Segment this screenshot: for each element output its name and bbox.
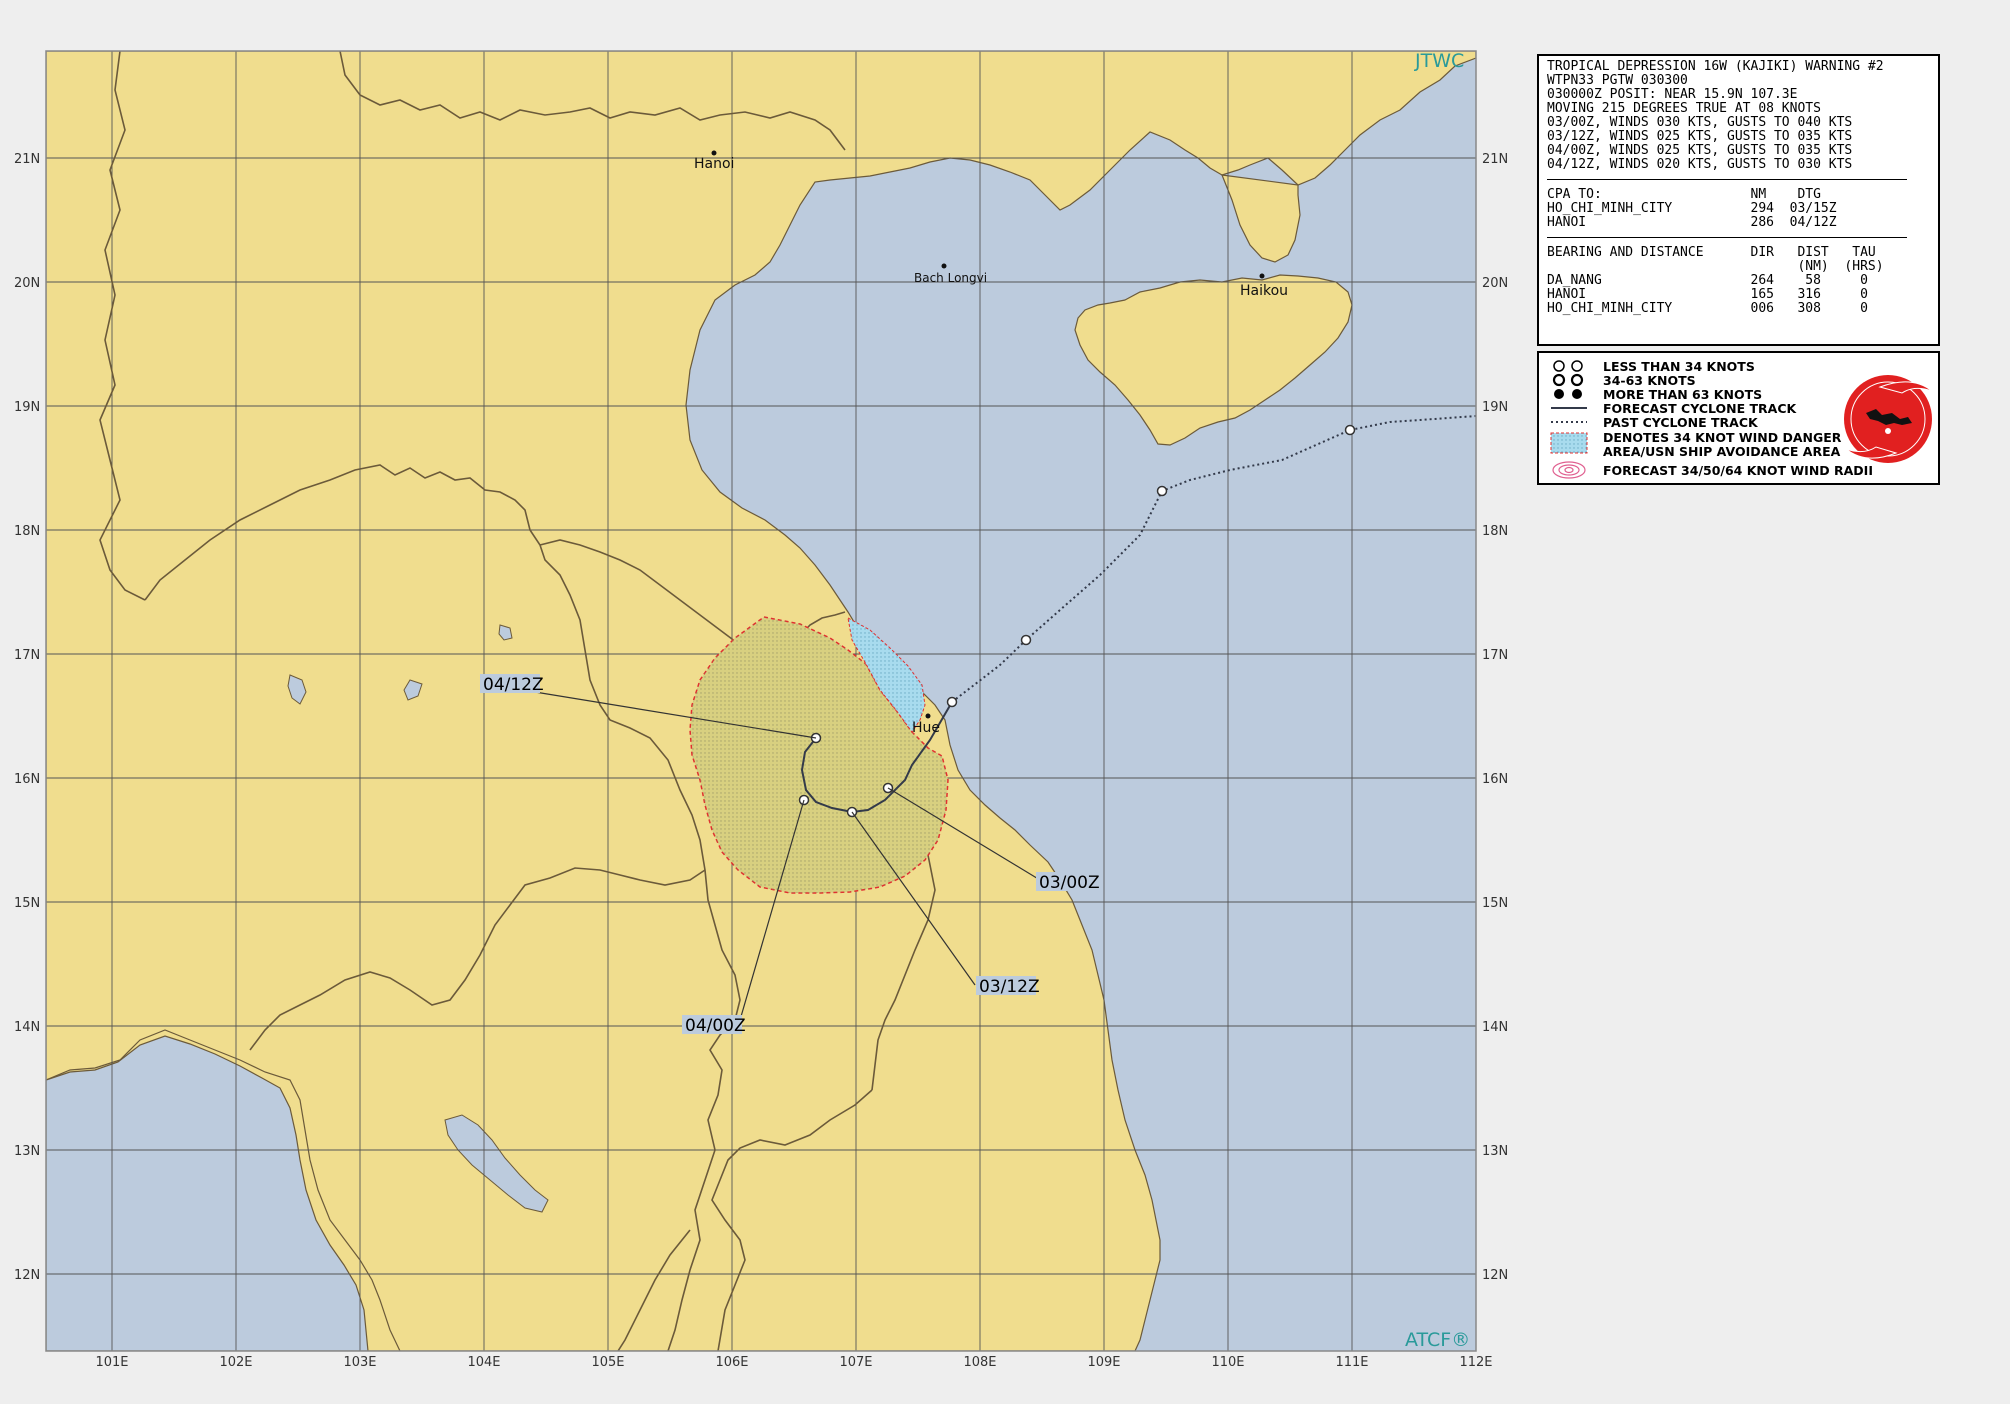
lat-tick-20N-right: 20N bbox=[1482, 276, 1508, 291]
lat-tick-21N-left: 21N bbox=[14, 152, 40, 167]
lat-tick-12N-right: 12N bbox=[1482, 1268, 1508, 1283]
lon-tick-102E: 102E bbox=[219, 1355, 252, 1370]
lat-tick-17N-right: 17N bbox=[1482, 648, 1508, 663]
legend-row-danger-area: DENOTES 34 KNOT WIND DANGER AREA/USN SHI… bbox=[1549, 431, 1841, 459]
warning-line-3: MOVING 215 DEGREES TRUE AT 08 KNOTS bbox=[1547, 101, 1821, 116]
legend-box: LESS THAN 34 KNOTS 34-63 KNOTS MORE THAN… bbox=[1537, 351, 1940, 485]
lt34-icon bbox=[1549, 359, 1589, 373]
jtwc-seal-logo bbox=[1844, 375, 1933, 463]
warning-line-0: TROPICAL DEPRESSION 16W (KAJIKI) WARNING… bbox=[1547, 59, 1884, 74]
legend-gt63-label: MORE THAN 63 KNOTS bbox=[1603, 386, 1763, 402]
legend-34-63-label: 34-63 KNOTS bbox=[1603, 372, 1696, 388]
warning-line-2: 030000Z POSIT: NEAR 15.9N 107.3E bbox=[1547, 87, 1798, 102]
label-04-12z: 04/12Z bbox=[483, 675, 544, 695]
legend-row-forecast-track: FORECAST CYCLONE TRACK bbox=[1549, 400, 1797, 416]
wind-radii-icon bbox=[1549, 461, 1589, 479]
lat-tick-15N-right: 15N bbox=[1482, 896, 1508, 911]
warning-line-5: 03/12Z, WINDS 025 KTS, GUSTS TO 035 KTS bbox=[1547, 129, 1853, 144]
past-track-icon bbox=[1549, 415, 1589, 429]
legend-lt34-label: LESS THAN 34 KNOTS bbox=[1603, 358, 1755, 374]
lat-tick-18N-left: 18N bbox=[14, 524, 40, 539]
legend-danger-text: DENOTES 34 KNOT WIND DANGER AREA/USN SHI… bbox=[1603, 431, 1841, 459]
legend-row-past-track: PAST CYCLONE TRACK bbox=[1549, 414, 1758, 430]
legend-row-lt34: LESS THAN 34 KNOTS bbox=[1549, 358, 1755, 374]
city-hue: Hue bbox=[912, 720, 940, 736]
bearing-line-0: BEARING AND DISTANCE DIR DIST TAU bbox=[1547, 245, 1876, 260]
lat-tick-19N-left: 19N bbox=[14, 400, 40, 415]
city-haikou: Haikou bbox=[1240, 283, 1288, 299]
legend-row-34-63: 34-63 KNOTS bbox=[1549, 372, 1696, 388]
legend-danger-label-2: AREA/USN SHIP AVOIDANCE AREA bbox=[1603, 444, 1841, 459]
lat-tick-13N-right: 13N bbox=[1482, 1144, 1508, 1159]
label-03-00z: 03/00Z bbox=[1039, 873, 1100, 893]
label-03-12z: 03/12Z bbox=[979, 977, 1040, 997]
lat-tick-15N-left: 15N bbox=[14, 896, 40, 911]
lat-tick-20N-left: 20N bbox=[14, 276, 40, 291]
bearing-line-3: HANOI 165 316 0 bbox=[1547, 287, 1868, 302]
lon-tick-106E: 106E bbox=[715, 1355, 748, 1370]
bearing-table: BEARING AND DISTANCE DIR DIST TAU (NM) (… bbox=[1547, 246, 1930, 316]
lat-tick-16N-left: 16N bbox=[14, 772, 40, 787]
atcf-label: ATCF® bbox=[1405, 1329, 1470, 1351]
jtwc-label: JTWC bbox=[1414, 50, 1464, 72]
danger-area-icon bbox=[1549, 431, 1589, 455]
legend-forecast-track-label: FORECAST CYCLONE TRACK bbox=[1603, 400, 1797, 416]
lon-tick-104E: 104E bbox=[467, 1355, 500, 1370]
cpa-line-1: HO_CHI_MINH_CITY 294 03/15Z bbox=[1547, 201, 1837, 216]
lon-tick-107E: 107E bbox=[839, 1355, 872, 1370]
legend-wind-radii-label: FORECAST 34/50/64 KNOT WIND RADII bbox=[1603, 462, 1873, 478]
lon-tick-112E: 112E bbox=[1459, 1355, 1492, 1370]
lon-tick-109E: 109E bbox=[1087, 1355, 1120, 1370]
city-hanoi: Hanoi bbox=[694, 156, 734, 172]
forecast-track-icon bbox=[1549, 401, 1589, 415]
lat-tick-14N-left: 14N bbox=[14, 1020, 40, 1035]
warning-line-6: 04/00Z, WINDS 025 KTS, GUSTS TO 035 KTS bbox=[1547, 143, 1853, 158]
cpa-line-0: CPA TO: NM DTG bbox=[1547, 187, 1821, 202]
gt63-icon bbox=[1549, 387, 1589, 401]
lon-tick-101E: 101E bbox=[95, 1355, 128, 1370]
city-dot-haikou bbox=[1259, 273, 1265, 279]
bearing-line-2: DA_NANG 264 58 0 bbox=[1547, 273, 1868, 288]
rule-2 bbox=[1547, 237, 1907, 238]
legend-danger-label-1: DENOTES 34 KNOT WIND DANGER bbox=[1603, 430, 1842, 445]
legend-row-gt63: MORE THAN 63 KNOTS bbox=[1549, 386, 1763, 402]
lon-tick-108E: 108E bbox=[963, 1355, 996, 1370]
city-dot-bach-longvi bbox=[941, 263, 947, 269]
track-point-past-1 bbox=[1020, 634, 1032, 646]
warning-summary: TROPICAL DEPRESSION 16W (KAJIKI) WARNING… bbox=[1547, 60, 1930, 172]
lat-tick-14N-right: 14N bbox=[1482, 1020, 1508, 1035]
city-dot-hanoi bbox=[711, 150, 717, 156]
lon-tick-110E: 110E bbox=[1211, 1355, 1244, 1370]
rule-1 bbox=[1547, 179, 1907, 180]
lat-tick-19N-right: 19N bbox=[1482, 400, 1508, 415]
track-point-past-2 bbox=[1156, 485, 1168, 497]
label-04-00z: 04/00Z bbox=[685, 1016, 746, 1036]
track-point-past-3 bbox=[1344, 424, 1356, 436]
warning-line-7: 04/12Z, WINDS 020 KTS, GUSTS TO 030 KTS bbox=[1547, 157, 1853, 172]
34-63-icon bbox=[1549, 373, 1589, 387]
warning-line-1: WTPN33 PGTW 030300 bbox=[1547, 73, 1688, 88]
lat-tick-18N-right: 18N bbox=[1482, 524, 1508, 539]
lat-tick-13N-left: 13N bbox=[14, 1144, 40, 1159]
lon-tick-103E: 103E bbox=[343, 1355, 376, 1370]
lat-tick-12N-left: 12N bbox=[14, 1268, 40, 1283]
cpa-table: CPA TO: NM DTG HO_CHI_MINH_CITY 294 03/15… bbox=[1547, 188, 1930, 230]
lat-tick-21N-right: 21N bbox=[1482, 152, 1508, 167]
lon-tick-105E: 105E bbox=[591, 1355, 624, 1370]
lat-tick-17N-left: 17N bbox=[14, 648, 40, 663]
city-bach-longvi: Bach Longvi bbox=[914, 271, 987, 285]
city-dot-hue bbox=[925, 713, 931, 719]
lon-tick-111E: 111E bbox=[1335, 1355, 1368, 1370]
bearing-line-4: HO_CHI_MINH_CITY 006 308 0 bbox=[1547, 301, 1868, 316]
lat-tick-16N-right: 16N bbox=[1482, 772, 1508, 787]
legend-past-track-label: PAST CYCLONE TRACK bbox=[1603, 414, 1758, 430]
warning-text-box: TROPICAL DEPRESSION 16W (KAJIKI) WARNING… bbox=[1537, 54, 1940, 346]
track-point-past-0 bbox=[946, 696, 958, 708]
legend-row-wind-radii: FORECAST 34/50/64 KNOT WIND RADII bbox=[1549, 461, 1873, 479]
warning-line-4: 03/00Z, WINDS 030 KTS, GUSTS TO 040 KTS bbox=[1547, 115, 1853, 130]
cpa-line-2: HANOI 286 04/12Z bbox=[1547, 215, 1837, 230]
bearing-line-1: (NM) (HRS) bbox=[1547, 259, 1884, 274]
